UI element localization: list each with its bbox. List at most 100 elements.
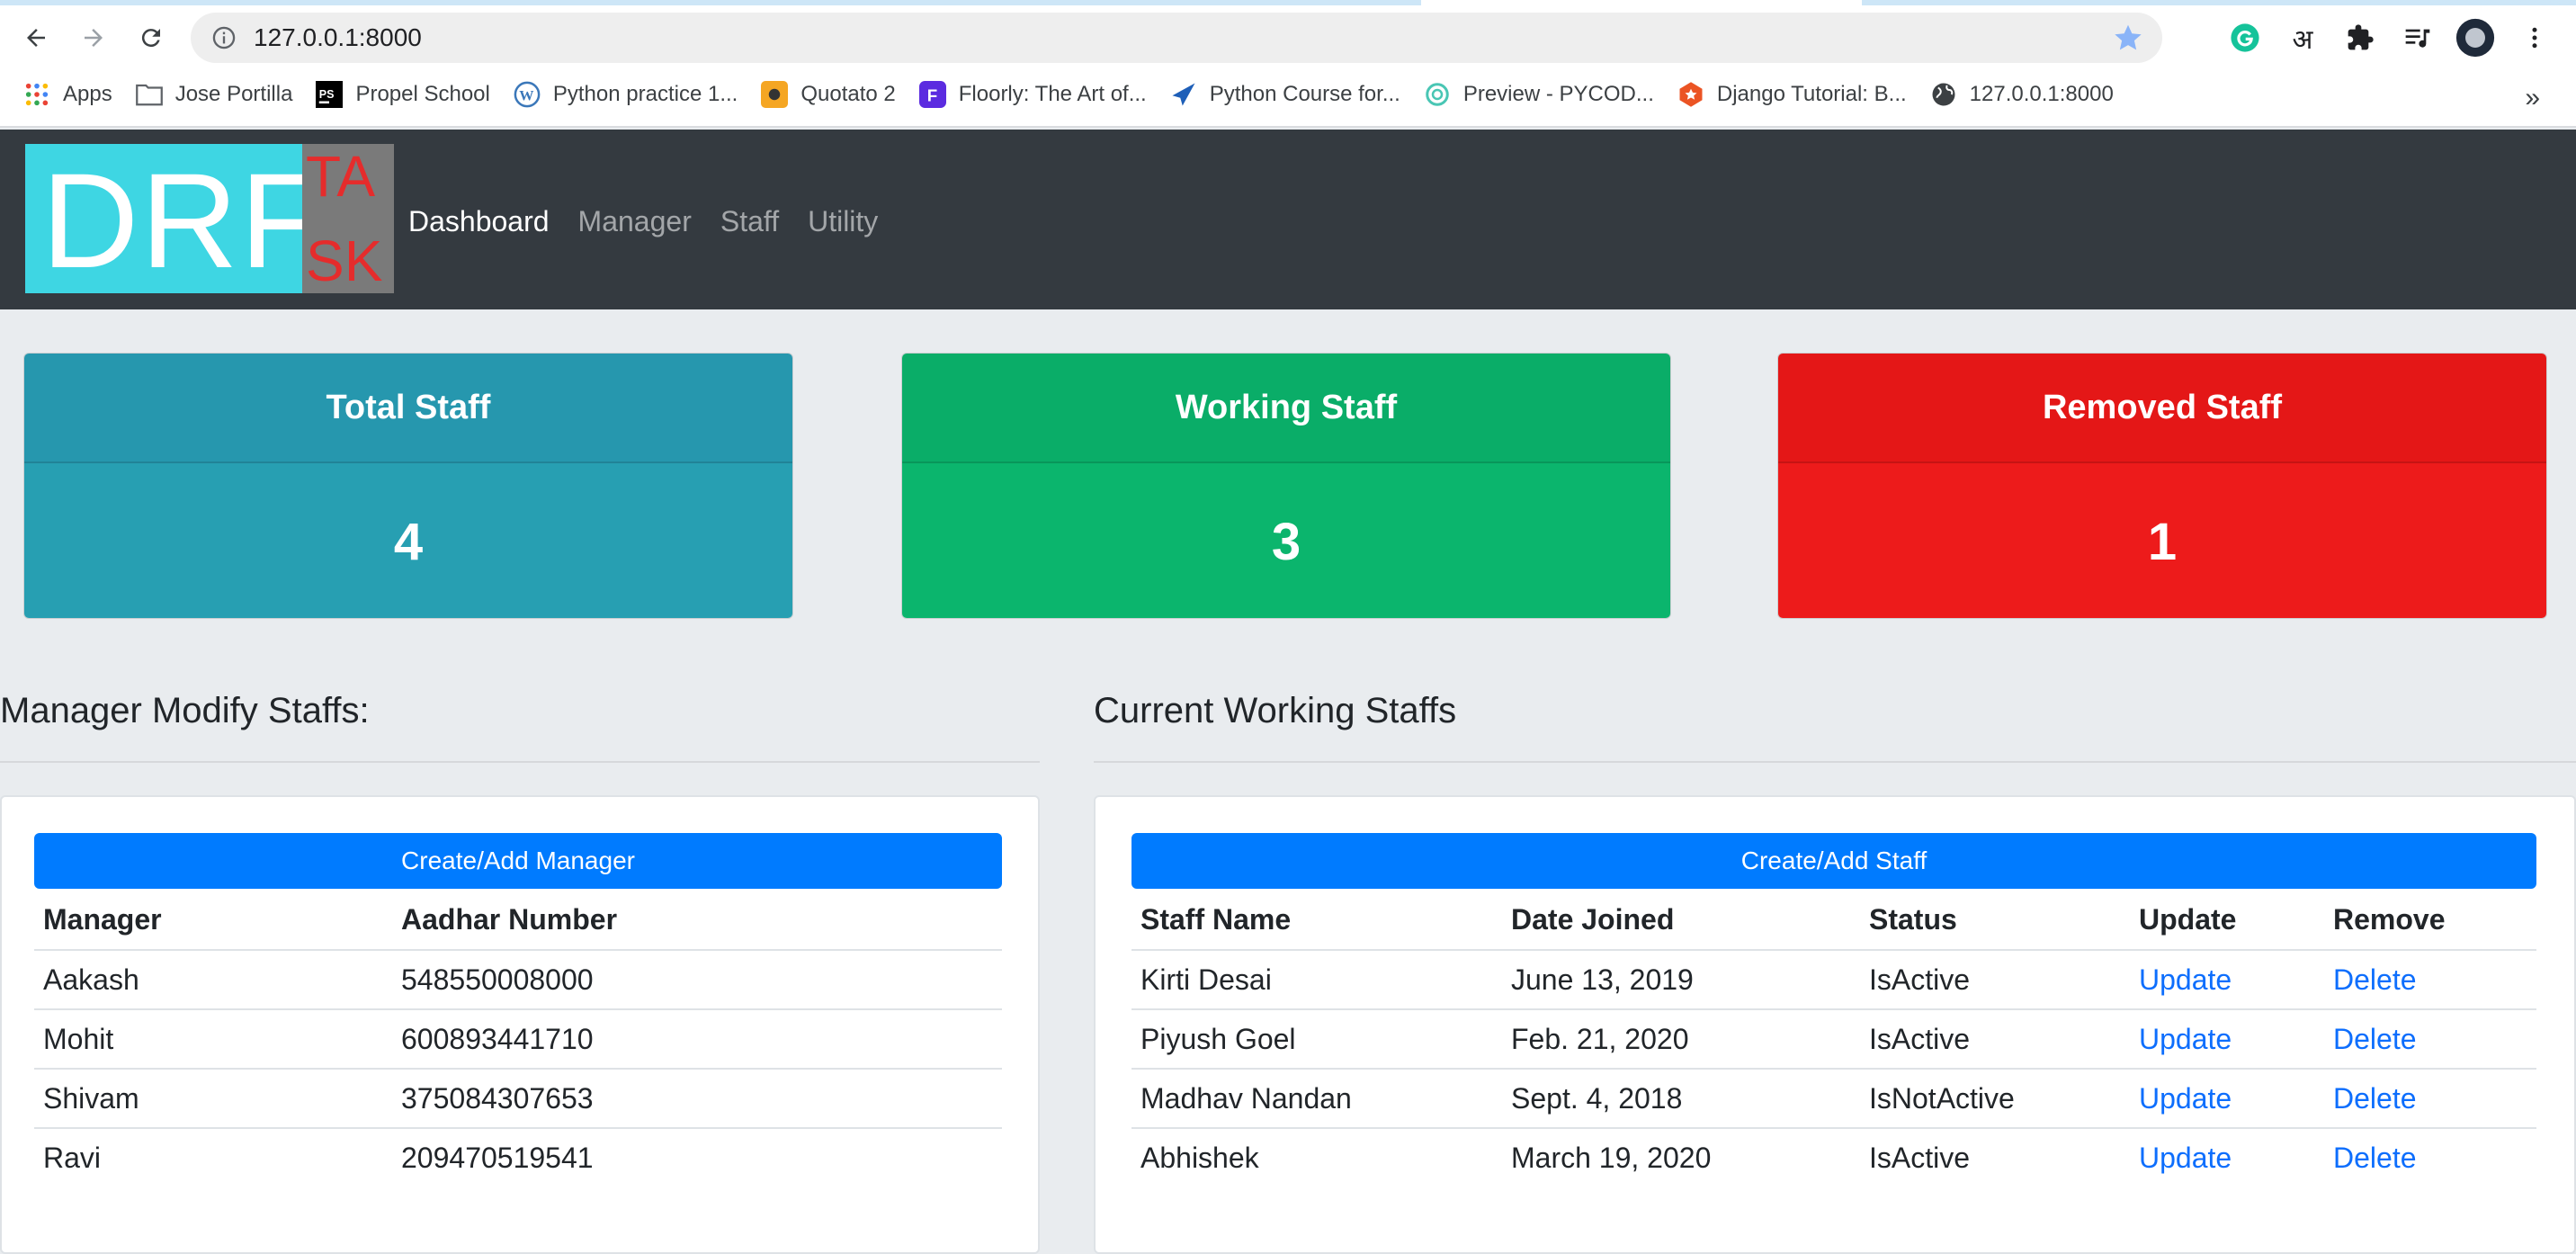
column-header-manager: Manager: [43, 903, 162, 936]
status-cell: IsActive: [1860, 1008, 2130, 1069]
svg-text:W: W: [519, 87, 533, 103]
bookmark-folder[interactable]: Jose Portilla: [135, 72, 293, 117]
table-header-row: Staff Name Date Joined Status Update Rem…: [1131, 891, 2536, 950]
removed-staff-title: Removed Staff: [1778, 354, 2546, 463]
staff-name-cell: Madhav Nandan: [1131, 1068, 1502, 1128]
hindi-input-icon[interactable]: अ: [2283, 18, 2322, 58]
bookmark-label: Apps: [63, 82, 112, 106]
bookmark-star-icon[interactable]: [2112, 22, 2144, 54]
bookmark-localhost[interactable]: 127.0.0.1:8000: [1930, 72, 2114, 117]
bookmark-python-course[interactable]: Python Course for...: [1170, 72, 1400, 117]
date-joined-cell: June 13, 2019: [1502, 949, 1860, 1009]
bookmark-label: Quotato 2: [801, 82, 896, 106]
column-header-remove: Remove: [2333, 903, 2446, 936]
profile-avatar-icon[interactable]: [2455, 18, 2495, 58]
nav-manager[interactable]: Manager: [578, 205, 692, 238]
nav-utility[interactable]: Utility: [808, 205, 878, 238]
bookmark-python-practice[interactable]: W Python practice 1...: [514, 72, 738, 117]
navbar: DRF TA SK Dashboard Manager Staff Utilit…: [0, 130, 2576, 309]
nav-links: Dashboard Manager Staff Utility: [408, 205, 878, 238]
delete-link[interactable]: Delete: [2324, 949, 2536, 1009]
logo-side-top: TA: [306, 144, 376, 209]
manager-panel: Create/Add Manager Manager Aadhar Number…: [0, 795, 1040, 1254]
badge-icon: [1677, 81, 1704, 108]
bookmark-label: Floorly: The Art of...: [958, 82, 1147, 106]
manager-name-cell: Shivam: [34, 1068, 392, 1128]
table-row: Madhav Nandan Sept. 4, 2018 IsNotActive …: [1131, 1068, 2536, 1128]
bookmark-django-tutorial[interactable]: Django Tutorial: B...: [1677, 72, 1907, 117]
bookmark-apps[interactable]: Apps: [23, 72, 112, 117]
table-row: Mohit 600893441710: [34, 1008, 1002, 1069]
bookmark-label: Propel School: [355, 82, 490, 106]
tab-strip-highlight-2: [1862, 0, 2576, 5]
bookmark-label: Preview - PYCOD...: [1462, 82, 1654, 106]
update-link[interactable]: Update: [2130, 1127, 2324, 1187]
back-button[interactable]: [16, 18, 56, 58]
manager-table: Manager Aadhar Number Aakash 54855000800…: [34, 891, 1002, 1187]
working-staff-card: Working Staff 3: [901, 353, 1671, 619]
bookmark-preview-pycod[interactable]: Preview - PYCOD...: [1424, 72, 1654, 117]
bookmark-floorly[interactable]: F Floorly: The Art of...: [918, 72, 1147, 117]
bookmarks-bar: Apps Jose Portilla PS Propel School W Py…: [0, 72, 2576, 117]
staff-section-title: Current Working Staffs: [1094, 691, 1457, 730]
delete-link[interactable]: Delete: [2324, 1008, 2536, 1069]
update-link[interactable]: Update: [2130, 1008, 2324, 1069]
nav-staff[interactable]: Staff: [720, 205, 779, 238]
create-add-staff-button[interactable]: Create/Add Staff: [1131, 833, 2536, 889]
working-staff-count: 3: [902, 463, 1670, 618]
column-header-staff-name: Staff Name: [1140, 903, 1292, 936]
url-text: 127.0.0.1:8000: [254, 23, 422, 51]
address-bar[interactable]: 127.0.0.1:8000: [191, 13, 2162, 63]
delete-link[interactable]: Delete: [2324, 1127, 2536, 1187]
staff-table: Staff Name Date Joined Status Update Rem…: [1131, 891, 2536, 1187]
staff-name-cell: Abhishek: [1131, 1127, 1502, 1187]
status-cell: IsNotActive: [1860, 1068, 2130, 1128]
create-add-manager-button[interactable]: Create/Add Manager: [34, 833, 1002, 889]
update-link[interactable]: Update: [2130, 949, 2324, 1009]
grammarly-extension-icon[interactable]: [2225, 18, 2265, 58]
extensions-puzzle-icon[interactable]: [2340, 18, 2380, 58]
reload-icon: [141, 29, 160, 48]
forward-arrow-icon: [85, 29, 103, 47]
swirl-icon: [1424, 81, 1451, 108]
bookmark-quotato[interactable]: Quotato 2: [761, 72, 896, 117]
browser-chrome: 127.0.0.1:8000 अ Apps Jose Portilla PS P…: [0, 0, 2576, 128]
globe-icon: [1930, 81, 1957, 108]
bookmark-propel-school[interactable]: PS Propel School: [316, 72, 490, 117]
folder-icon: [135, 81, 163, 108]
aadhar-cell: 600893441710: [392, 1008, 1002, 1069]
date-joined-cell: Sept. 4, 2018: [1502, 1068, 1860, 1128]
manager-name-cell: Aakash: [34, 949, 392, 1009]
bookmark-label: Python practice 1...: [552, 82, 738, 106]
table-row: Shivam 375084307653: [34, 1068, 1002, 1128]
bookmarks-overflow-button[interactable]: »: [2525, 83, 2540, 113]
manager-section-divider: [0, 761, 1040, 763]
browser-menu-icon[interactable]: [2515, 18, 2554, 58]
removed-staff-count: 1: [1778, 463, 2546, 618]
total-staff-count: 4: [24, 463, 792, 618]
forward-button[interactable]: [74, 18, 113, 58]
table-row: Aakash 548550008000: [34, 949, 1002, 1009]
date-joined-cell: Feb. 21, 2020: [1502, 1008, 1860, 1069]
table-row: Piyush Goel Feb. 21, 2020 IsActive Updat…: [1131, 1008, 2536, 1069]
removed-staff-card: Removed Staff 1: [1777, 353, 2547, 619]
media-queue-icon[interactable]: [2398, 18, 2437, 58]
apps-grid-icon: [23, 81, 50, 108]
logo-side-bottom: SK: [306, 228, 383, 293]
manager-section-title: Manager Modify Staffs:: [0, 691, 370, 730]
drf-task-logo[interactable]: DRF TA SK: [25, 144, 394, 293]
reload-button[interactable]: [131, 18, 171, 58]
total-staff-card: Total Staff 4: [23, 353, 793, 619]
bookmark-label: 127.0.0.1:8000: [1969, 82, 2114, 106]
delete-link[interactable]: Delete: [2324, 1068, 2536, 1128]
bookmark-label: Jose Portilla: [174, 82, 293, 106]
site-info-icon[interactable]: [209, 22, 239, 53]
staff-name-cell: Piyush Goel: [1131, 1008, 1502, 1069]
update-link[interactable]: Update: [2130, 1068, 2324, 1128]
manager-name-cell: Mohit: [34, 1008, 392, 1069]
table-row: Kirti Desai June 13, 2019 IsActive Updat…: [1131, 949, 2536, 1009]
nav-dashboard[interactable]: Dashboard: [408, 205, 550, 238]
staff-name-cell: Kirti Desai: [1131, 949, 1502, 1009]
date-joined-cell: March 19, 2020: [1502, 1127, 1860, 1187]
table-header-row: Manager Aadhar Number: [34, 891, 1002, 950]
